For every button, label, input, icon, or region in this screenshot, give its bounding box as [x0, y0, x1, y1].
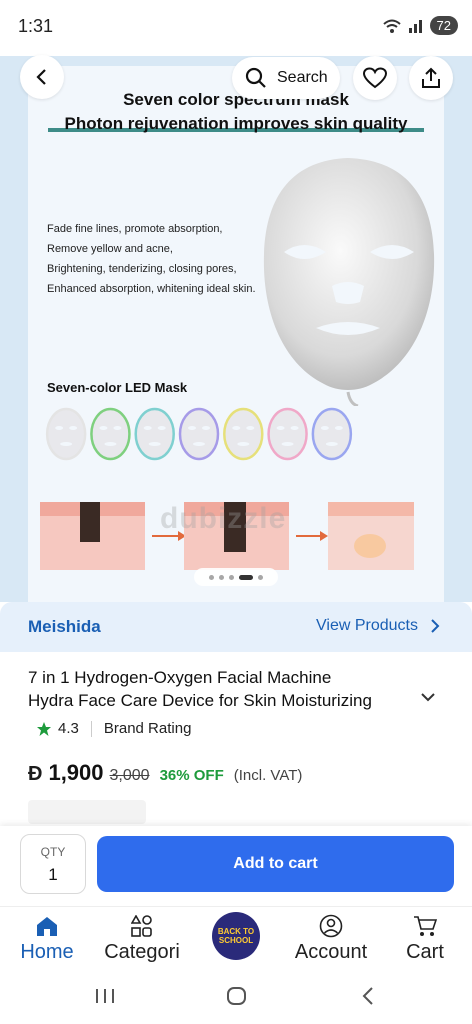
wifi-icon	[382, 19, 401, 33]
back-to-school-badge[interactable]: BACK TO SCHOOL	[212, 912, 260, 960]
product-title-line1: 7 in 1 Hydrogen-Oxygen Facial Machine	[28, 668, 332, 687]
back-button[interactable]	[20, 55, 64, 99]
carousel-indicator	[194, 568, 278, 586]
currency-symbol: Đ	[28, 763, 43, 785]
current-price: 1,900	[48, 760, 104, 785]
price-row: Đ 1,900 3,000 36% OFF (Incl. VAT)	[28, 760, 302, 786]
view-products-link[interactable]: View Products	[316, 617, 440, 635]
tab-cart[interactable]: Cart	[380, 913, 470, 964]
share-icon	[422, 67, 440, 88]
promo-line1: BACK TO	[217, 927, 255, 936]
mini-mask	[223, 407, 264, 461]
product-title: 7 in 1 Hydrogen-Oxygen Facial Machine Hy…	[28, 666, 418, 712]
feature-line: Remove yellow and acne,	[47, 243, 173, 255]
carousel-dot	[258, 574, 263, 580]
search-label: Search	[277, 69, 328, 86]
old-price: 3,000	[109, 767, 150, 784]
search-button[interactable]: Search	[232, 57, 340, 99]
carousel-dot	[219, 574, 224, 580]
seller-bar: Meishida View Products	[0, 602, 472, 652]
carousel-dot	[209, 574, 214, 580]
product-title-line2: Hydra Face Care Device for Skin Moisturi…	[28, 691, 372, 710]
tab-categories[interactable]: Categori	[97, 913, 187, 964]
search-icon	[245, 67, 266, 88]
qty-value: 1	[48, 865, 58, 884]
account-icon	[319, 914, 343, 938]
seller-name[interactable]: Meishida	[28, 617, 101, 637]
mini-mask	[45, 407, 87, 461]
image-heading-line1: Seven color spectrum mask	[123, 90, 349, 109]
star-icon	[37, 721, 51, 736]
discount-badge: 36% OFF	[159, 767, 224, 784]
status-time: 1:31	[18, 16, 54, 36]
home-nav-icon[interactable]	[226, 986, 248, 1006]
battery-indicator: 72	[429, 16, 458, 35]
hidden-content-placeholder	[28, 800, 146, 824]
product-page: 1:31 72 Seven color spectrum mask Photon…	[0, 0, 472, 1024]
qty-label: QTY	[40, 845, 66, 859]
tab-cart-label: Cart	[406, 941, 444, 963]
promo-line2: SCHOOL	[218, 936, 254, 945]
feature-line: Enhanced absorption, whitening ideal ski…	[47, 283, 256, 295]
tab-account-label: Account	[294, 941, 368, 963]
product-image-carousel[interactable]: Seven color spectrum mask Photon rejuven…	[0, 56, 472, 602]
mini-mask	[178, 407, 220, 461]
led-mask-label: Seven-color LED Mask	[47, 380, 188, 395]
image-feature-list: Fade fine lines, promote absorption, Rem…	[47, 219, 256, 299]
product-info: 7 in 1 Hydrogen-Oxygen Facial Machine Hy…	[0, 652, 472, 832]
vat-note: (Incl. VAT)	[233, 767, 303, 784]
categories-icon	[131, 915, 152, 937]
wishlist-button[interactable]	[353, 56, 397, 100]
add-to-cart-button[interactable]: Add to cart	[97, 836, 454, 892]
heart-icon	[363, 67, 387, 89]
tab-account[interactable]: Account	[286, 913, 376, 964]
tab-categories-label: Categori	[104, 941, 180, 963]
rating-value: 4.3	[58, 720, 79, 737]
quantity-selector[interactable]: QTY 1	[20, 834, 86, 894]
image-heading-line2: Photon rejuvenation improves skin qualit…	[64, 114, 408, 133]
watermark-logo: dubizzle	[160, 502, 287, 535]
carousel-dot-active	[239, 574, 253, 580]
share-button[interactable]	[409, 56, 453, 100]
home-icon	[37, 917, 57, 936]
carousel-dot	[229, 574, 234, 580]
rating-divider	[90, 720, 92, 737]
chevron-down-icon[interactable]	[420, 692, 436, 702]
tab-home-label: Home	[20, 941, 74, 963]
mini-mask	[90, 407, 131, 461]
mini-mask	[267, 407, 308, 461]
system-nav-bar	[0, 972, 472, 1024]
mini-mask-row	[45, 407, 353, 461]
feature-line: Brightening, tenderizing, closing pores,	[47, 263, 237, 275]
view-products-label: View Products	[316, 617, 418, 634]
rating-label: Brand Rating	[103, 720, 192, 737]
mini-mask	[134, 407, 175, 461]
purchase-bar: QTY 1 Add to cart	[0, 826, 472, 906]
mini-mask	[311, 407, 353, 461]
cart-icon	[414, 916, 437, 936]
signal-icon	[408, 19, 422, 33]
chevron-left-icon	[36, 69, 46, 85]
chevron-right-icon	[431, 619, 440, 633]
brand-rating[interactable]: 4.3 Brand Rating	[36, 720, 191, 737]
back-nav-icon[interactable]	[360, 986, 376, 1006]
feature-line: Fade fine lines, promote absorption,	[47, 223, 223, 235]
tab-home[interactable]: Home	[2, 913, 92, 964]
status-icons: 72	[382, 16, 458, 35]
led-mask-illustration	[263, 158, 435, 406]
recent-apps-icon[interactable]	[94, 986, 116, 1006]
status-bar: 1:31 72	[0, 0, 472, 56]
